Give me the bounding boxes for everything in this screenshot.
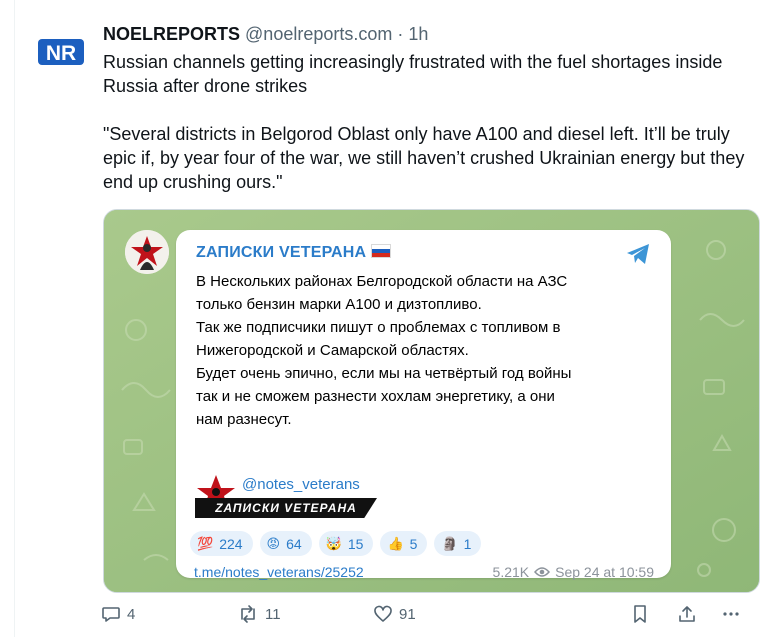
tweet-header: NOELREPORTS @noelreports.com · 1h xyxy=(103,22,428,46)
reaction-count: 15 xyxy=(347,535,364,552)
separator-dot: · xyxy=(397,24,404,44)
reaction-thumbs-up[interactable]: 👍 5 xyxy=(380,531,428,556)
reaction-angry[interactable]: 😡 64 xyxy=(259,531,312,556)
hundred-points-icon: 💯 xyxy=(197,535,214,551)
reaction-hundred[interactable]: 💯 224 xyxy=(190,531,253,556)
thumbs-up-icon: 👍 xyxy=(387,535,404,551)
post-meta: 5.21K Sep 24 at 10:59 xyxy=(493,564,654,580)
bookmark-icon xyxy=(634,605,646,623)
more-options-button[interactable] xyxy=(721,604,741,624)
heart-icon xyxy=(374,605,392,622)
bookmark-button[interactable] xyxy=(631,604,649,624)
exploding-head-icon: 🤯 xyxy=(325,535,342,551)
reply-button[interactable]: 4 xyxy=(101,604,135,624)
channel-avatar[interactable] xyxy=(125,230,169,274)
repost-icon xyxy=(241,605,255,623)
tweet-paragraph-2: "Several districts in Belgorod Oblast on… xyxy=(103,124,745,192)
author-avatar[interactable]: NR xyxy=(37,28,85,76)
reply-count: 4 xyxy=(127,605,136,623)
author-handle[interactable]: @noelreports.com xyxy=(245,24,392,44)
more-icon xyxy=(723,612,739,616)
message-text: В Нескольких районах Белгородской област… xyxy=(196,273,572,428)
russia-flag-icon xyxy=(371,244,392,258)
eye-icon xyxy=(534,567,551,577)
reply-icon xyxy=(102,607,120,622)
nr-logo-icon: NR xyxy=(38,39,84,65)
channel-name[interactable]: ZАПИСКИ VЕТЕРАНА xyxy=(196,244,392,262)
reaction-sticker[interactable]: 🗿 1 xyxy=(434,531,482,556)
sticker-icon: 🗿 xyxy=(441,535,458,551)
like-button[interactable]: 91 xyxy=(373,604,416,624)
soldier-icon xyxy=(125,230,169,274)
telegram-share-icon[interactable] xyxy=(624,240,652,268)
view-count: 5.21K xyxy=(492,564,530,580)
reaction-count: 224 xyxy=(219,535,243,552)
reaction-exploding-head[interactable]: 🤯 15 xyxy=(318,531,374,556)
reaction-count: 1 xyxy=(463,535,472,552)
angry-face-icon: 😡 xyxy=(266,535,281,551)
reactions-bar: 💯 224 😡 64 🤯 15 👍 5 🗿 1 xyxy=(190,531,482,556)
repost-button[interactable]: 11 xyxy=(237,604,281,624)
reaction-count: 5 xyxy=(409,535,418,552)
author-name[interactable]: NOELREPORTS xyxy=(103,24,240,44)
post-date: Sep 24 at 10:59 xyxy=(555,564,654,580)
avatar-text: NR xyxy=(46,42,76,65)
channel-name-text: ZАПИСКИ VЕТЕРАНА xyxy=(196,244,367,261)
repost-count: 11 xyxy=(265,605,281,623)
reaction-count: 64 xyxy=(286,535,302,552)
telegram-message-bubble: ZАПИСКИ VЕТЕРАНА В Нескольких районах Бе… xyxy=(176,230,671,580)
share-button[interactable] xyxy=(677,604,697,624)
post-link[interactable]: t.me/notes_veterans/25252 xyxy=(194,564,364,580)
signature-handle-link[interactable]: @notes_veterans xyxy=(242,476,360,493)
tweet-paragraph-1: Russian channels getting increasingly fr… xyxy=(103,52,723,96)
tweet-text: Russian channels getting increasingly fr… xyxy=(103,50,763,194)
tweet-actions: 4 11 91 xyxy=(101,604,761,628)
tweet[interactable]: NR NOELREPORTS @noelreports.com · 1h Rus… xyxy=(14,0,781,637)
like-count: 91 xyxy=(399,605,416,623)
signature-banner: ZАПИСКИ VЕТЕРАНА xyxy=(195,498,377,518)
telegram-screenshot[interactable]: ZАПИСКИ VЕТЕРАНА В Нескольких районах Бе… xyxy=(103,209,760,593)
tweet-time[interactable]: 1h xyxy=(408,24,428,44)
share-icon xyxy=(679,606,695,622)
